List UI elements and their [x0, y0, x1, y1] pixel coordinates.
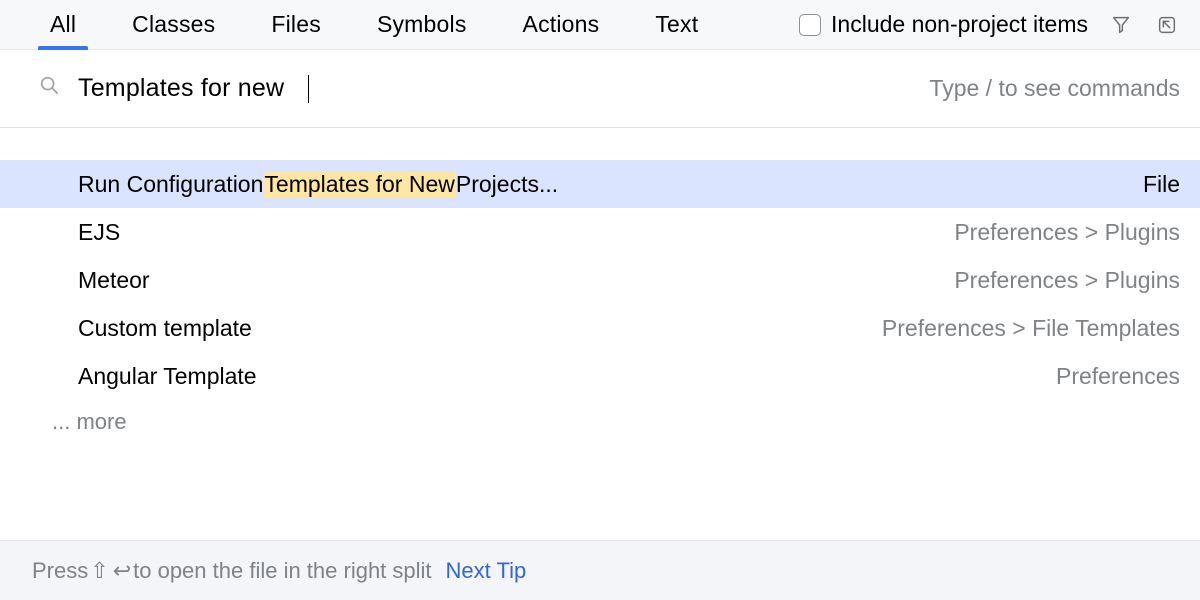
- result-location: Preferences > Plugins: [954, 267, 1180, 294]
- results-top-gap: [0, 128, 1200, 160]
- search-input-wrap: [78, 74, 909, 103]
- result-row[interactable]: Meteor Preferences > Plugins: [0, 256, 1200, 304]
- results-list: Run Configuration Templates for New Proj…: [0, 160, 1200, 444]
- filter-icon[interactable]: [1108, 12, 1134, 38]
- result-location: Preferences > File Templates: [882, 315, 1180, 342]
- checkbox-box-icon: [799, 14, 821, 36]
- more-results-link[interactable]: ... more: [0, 400, 1200, 444]
- tab-actions[interactable]: Actions: [511, 0, 612, 49]
- result-row[interactable]: Angular Template Preferences: [0, 352, 1200, 400]
- result-row[interactable]: EJS Preferences > Plugins: [0, 208, 1200, 256]
- result-text-pre: Run Configuration: [78, 171, 263, 198]
- include-non-project-checkbox[interactable]: Include non-project items: [799, 11, 1088, 38]
- tab-all[interactable]: All: [38, 0, 88, 49]
- enter-key-icon: ↩: [113, 558, 131, 584]
- shift-key-icon: ⇧: [90, 558, 108, 584]
- result-text-match: Templates for New: [263, 171, 455, 198]
- result-location: Preferences: [1056, 363, 1180, 390]
- tab-symbols[interactable]: Symbols: [365, 0, 479, 49]
- result-text-pre: EJS: [78, 219, 120, 246]
- text-caret: [308, 75, 309, 103]
- footer-hint: Press ⇧ ↩ to open the file in the right …: [0, 540, 1200, 600]
- result-label: Angular Template: [78, 363, 1056, 390]
- include-non-project-label: Include non-project items: [831, 11, 1088, 38]
- result-label: Run Configuration Templates for New Proj…: [78, 171, 1143, 198]
- result-text-pre: Angular Template: [78, 363, 257, 390]
- search-everywhere-header: All Classes Files Symbols Actions Text I…: [0, 0, 1200, 50]
- result-label: Meteor: [78, 267, 954, 294]
- search-input[interactable]: [78, 74, 909, 103]
- footer-rest: to open the file in the right split: [133, 558, 431, 584]
- pin-icon[interactable]: [1154, 12, 1180, 38]
- search-hint: Type / to see commands: [929, 75, 1180, 102]
- result-location: File: [1143, 171, 1180, 198]
- tab-text[interactable]: Text: [643, 0, 710, 49]
- header-right-controls: Include non-project items: [799, 11, 1180, 38]
- result-text-pre: Custom template: [78, 315, 252, 342]
- search-icon: [38, 74, 60, 103]
- search-tabs: All Classes Files Symbols Actions Text: [38, 0, 710, 49]
- result-row[interactable]: Run Configuration Templates for New Proj…: [0, 160, 1200, 208]
- result-text-pre: Meteor: [78, 267, 150, 294]
- next-tip-link[interactable]: Next Tip: [446, 558, 527, 584]
- result-location: Preferences > Plugins: [954, 219, 1180, 246]
- result-text-post: Projects...: [456, 171, 558, 198]
- tab-files[interactable]: Files: [259, 0, 333, 49]
- tab-classes[interactable]: Classes: [120, 0, 227, 49]
- result-label: EJS: [78, 219, 954, 246]
- result-row[interactable]: Custom template Preferences > File Templ…: [0, 304, 1200, 352]
- search-row: Type / to see commands: [0, 50, 1200, 128]
- footer-press: Press: [32, 558, 88, 584]
- result-label: Custom template: [78, 315, 882, 342]
